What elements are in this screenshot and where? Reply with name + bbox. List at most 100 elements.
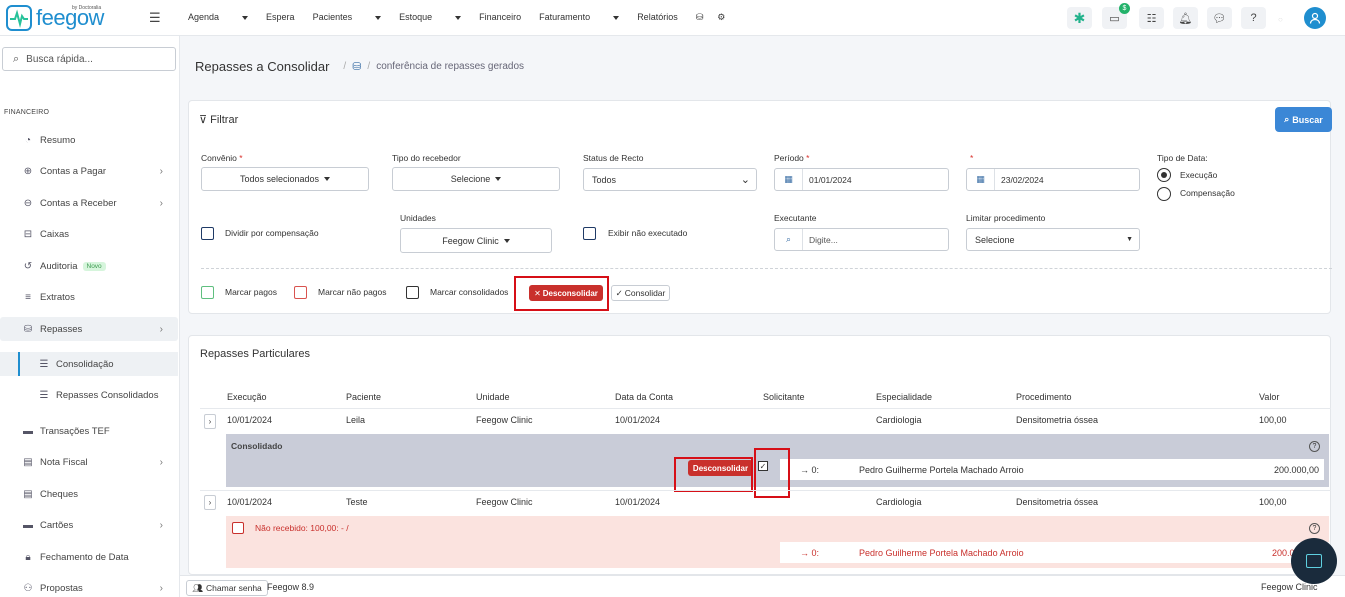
sidebar-item-cheques[interactable]: ▤ Cheques (0, 482, 178, 506)
chat-icon[interactable]: 💬︎ (1207, 7, 1232, 29)
nav-faturamento[interactable]: Faturamento (539, 12, 620, 23)
sidebar-item-propostas[interactable]: ⚇ Propostas › (0, 576, 178, 597)
inbox-icon: ⊟ (23, 228, 33, 240)
database-icon[interactable]: ⛁ (696, 12, 704, 23)
expand-row-button[interactable]: › (204, 414, 216, 429)
sidebar-item-cartoes[interactable]: ▬ Cartões › (0, 513, 178, 537)
new-badge: Novo (82, 261, 106, 271)
sidebar-item-transacoes-tef[interactable]: ▬ Transações TEF (0, 419, 178, 443)
sidebar-item-nota-fiscal[interactable]: ▤ Nota Fiscal › (0, 450, 178, 474)
caret-down-icon (495, 177, 502, 181)
task-list-icon[interactable]: ☷ (1139, 7, 1164, 29)
floating-chat-button[interactable] (1291, 538, 1337, 584)
unidades-label: Unidades (400, 213, 436, 223)
bell-icon[interactable]: 🔔︎ (1173, 7, 1198, 29)
help-icon[interactable]: ? (1241, 7, 1266, 29)
sidebar-item-fechamento[interactable]: 🔒︎ Fechamento de Data (0, 545, 178, 569)
calendar-icon[interactable]: ▦ (775, 169, 803, 190)
hand-coins-icon[interactable]: ⛁ (352, 60, 361, 73)
col-unidade: Unidade (476, 392, 510, 402)
calendar-icon[interactable]: ▦ (967, 169, 995, 190)
expand-row-button[interactable]: › (204, 495, 216, 510)
col-especialidade: Especialidade (876, 392, 933, 402)
breadcrumb: / ⛁ / conferência de repasses gerados (343, 60, 525, 73)
date-from-input[interactable]: ▦ 01/01/2024 (774, 168, 949, 191)
gear-icon[interactable]: ⚙ (717, 12, 725, 23)
arrow-up-circle-icon: ⊕ (23, 165, 33, 177)
table-title: Repasses Particulares (200, 348, 311, 360)
main-content: Repasses a Consolidar / ⛁ / conferência … (180, 36, 1345, 597)
history-icon: ↺ (23, 260, 33, 272)
dividir-checkbox[interactable] (201, 227, 214, 240)
menu-toggle-icon[interactable]: ☰ (149, 10, 161, 26)
marcar-nao-pagos-checkbox[interactable] (294, 286, 307, 299)
caret-down-icon: ▼ (1126, 236, 1133, 243)
limitar-label: Limitar procedimento (966, 213, 1046, 223)
help-icon[interactable]: ? (1309, 441, 1320, 452)
convenio-select[interactable]: Todos selecionados (201, 167, 369, 191)
marcar-pagos-checkbox[interactable] (201, 286, 214, 299)
sidebar-item-consolidacao[interactable]: ☰ Consolidação (0, 352, 178, 376)
sidebar-item-repasses-consolidados[interactable]: ☰ Repasses Consolidados (0, 383, 178, 407)
exibir-label: Exibir não executado (608, 228, 688, 238)
cell-execucao: 10/01/2024 (227, 415, 273, 425)
unpaid-item-row: → 0: Pedro Guilherme Portela Machado Arr… (780, 542, 1329, 563)
help-icon[interactable]: ? (1309, 523, 1320, 534)
sidebar-item-contas-pagar[interactable]: ⊕ Contas a Pagar › (0, 159, 178, 183)
marcar-consolidados-checkbox[interactable] (406, 286, 419, 299)
chevron-right-icon: › (159, 165, 163, 177)
nav-pacientes[interactable]: Pacientes (313, 12, 382, 23)
status-recto-select[interactable]: Todos ⌄ (583, 168, 757, 191)
consolidar-button[interactable]: ✓ Consolidar (611, 285, 670, 301)
user-avatar[interactable] (1304, 7, 1326, 29)
main-nav: Agenda Espera Pacientes Estoque Financei… (188, 12, 743, 23)
caret-down-icon (503, 238, 510, 243)
cell-especialidade: Cardiologia (876, 415, 922, 425)
consolidated-item-row: → 0: Pedro Guilherme Portela Machado Arr… (780, 459, 1324, 480)
item-value: 200.000,00 (1273, 464, 1319, 475)
nav-espera[interactable]: Espera (266, 12, 295, 23)
sidebar-item-contas-receber[interactable]: ⊖ Contas a Receber › (0, 191, 178, 215)
filter-icon: ⊽ (199, 114, 208, 126)
dividir-label: Dividir por compensação (225, 228, 319, 238)
buscar-button[interactable]: ⌕ Buscar (1275, 107, 1332, 132)
caret-down-icon (324, 177, 331, 181)
arrow-down-circle-icon: ⊖ (23, 197, 33, 209)
radio-execucao[interactable] (1157, 168, 1171, 182)
radio-compensacao[interactable] (1157, 187, 1171, 201)
footer: 👥︎ Chamar senha Feegow 8.9 Feegow Clinic (180, 575, 1345, 597)
arrow-label: → 0: (800, 547, 820, 558)
date-to-input[interactable]: ▦ 23/02/2024 (966, 168, 1140, 191)
cell-especialidade: Cardiologia (876, 497, 922, 507)
sidebar-item-caixas[interactable]: ⊟ Caixas (0, 222, 178, 246)
marcar-pagos-label: Marcar pagos (225, 287, 277, 297)
sidebar-item-resumo[interactable]: ◔ Resumo (0, 128, 178, 152)
executante-input[interactable]: ⌕ Digite... (774, 228, 949, 251)
tipo-recebedor-select[interactable]: Selecione (392, 167, 560, 191)
cell-data-conta: 10/01/2024 (615, 497, 661, 507)
nav-relatorios[interactable]: Relatórios (637, 12, 678, 23)
unidades-select[interactable]: Feegow Clinic (400, 228, 552, 253)
col-paciente: Paciente (346, 392, 382, 402)
periodo-label: Período * (774, 153, 810, 163)
lock-icon: 🔒︎ (25, 551, 31, 563)
nav-financeiro[interactable]: Financeiro (479, 12, 521, 23)
col-data-conta: Data da Conta (615, 392, 674, 402)
sidebar-item-auditoria[interactable]: ↺ Auditoria Novo (0, 254, 178, 278)
chamar-senha-button[interactable]: 👥︎ Chamar senha (186, 580, 268, 596)
col-procedimento: Procedimento (1016, 392, 1072, 402)
sidebar-item-repasses[interactable]: ⛁ Repasses › (0, 317, 178, 341)
limitar-select[interactable]: Selecione ▼ (966, 228, 1140, 251)
version-text: Feegow 8.9 (267, 582, 315, 592)
nav-agenda[interactable]: Agenda (188, 12, 249, 23)
star-icon[interactable]: ✱ (1067, 7, 1092, 29)
tipo-data-label: Tipo de Data: (1157, 153, 1208, 163)
quick-search-input[interactable]: ⌕ Busca rápida... (2, 47, 176, 71)
cell-unidade: Feegow Clinic (476, 415, 533, 425)
sidebar-item-extratos[interactable]: ≡ Extratos (0, 285, 178, 309)
feegow-logo[interactable]: feegow by Doctoralia (6, 5, 104, 31)
unpaid-checkbox[interactable] (232, 522, 244, 534)
exibir-checkbox[interactable] (583, 227, 596, 240)
cell-paciente: Leila (346, 415, 366, 425)
nav-estoque[interactable]: Estoque (399, 12, 462, 23)
